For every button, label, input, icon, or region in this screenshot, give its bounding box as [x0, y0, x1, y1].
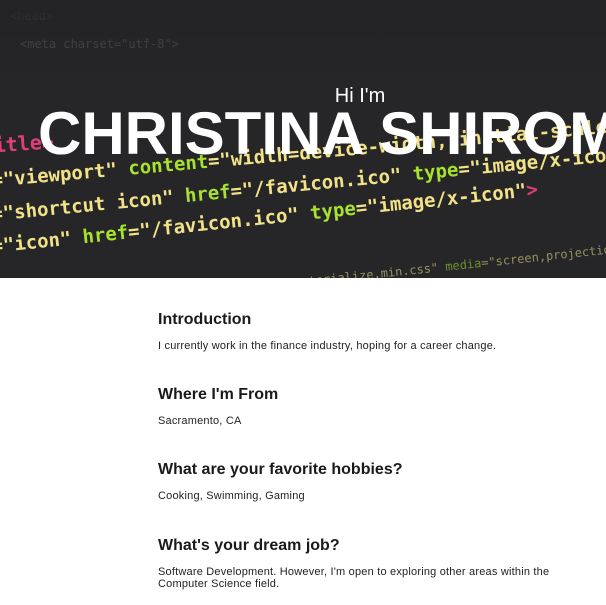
section-text: Cooking, Swimming, Gaming — [158, 490, 305, 502]
section-hobbies: What are your favorite hobbies? Cooking,… — [158, 460, 578, 502]
hero-name-title: CHRISTINA SHIROMA — [38, 100, 606, 167]
section-text: Sacramento, CA — [158, 415, 242, 427]
section-heading: Where I'm From — [158, 386, 279, 403]
section-where-from: Where I'm From Sacramento, CA — [158, 385, 578, 427]
hero-banner: <head> <meta charset="utf-8"> itle> ="vi… — [0, 0, 606, 278]
section-dream-job: What's your dream job? Software Developm… — [158, 536, 578, 590]
section-text: I currently work in the finance industry… — [158, 340, 497, 352]
section-heading: Introduction — [158, 311, 252, 328]
section-introduction: Introduction I currently work in the fin… — [158, 310, 578, 352]
section-heading: What are your favorite hobbies? — [158, 461, 403, 478]
section-text: Software Development. However, I'm open … — [158, 566, 550, 590]
section-heading: What's your dream job? — [158, 537, 340, 554]
